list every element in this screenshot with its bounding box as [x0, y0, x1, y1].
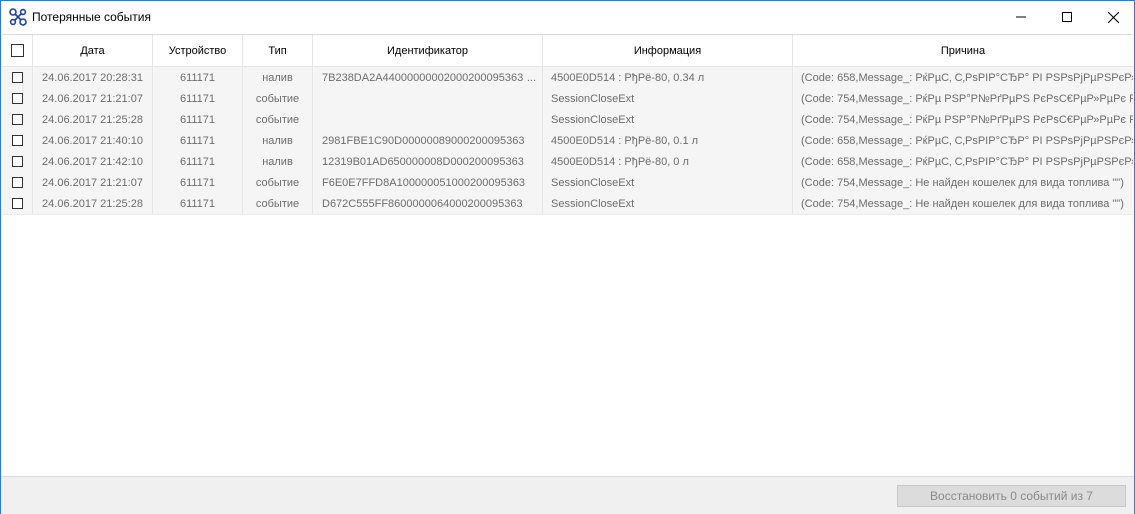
row-select-cell — [2, 151, 33, 172]
row-select-cell — [2, 172, 33, 193]
table-row[interactable]: 24.06.2017 21:25:28 611171 событие D672C… — [2, 193, 1133, 215]
type-cell: событие — [243, 88, 313, 109]
select-all-checkbox[interactable] — [10, 44, 24, 57]
reason-cell: (Code: 754,Message_: Не найден кошелек д… — [801, 176, 1124, 189]
close-icon — [1107, 11, 1119, 23]
restore-events-button[interactable]: Восстановить 0 событий из 7 — [897, 485, 1126, 507]
row-checkbox[interactable] — [11, 72, 23, 83]
identifier-cell: 12319B01AD650000008D000200095363 — [313, 151, 543, 172]
reason-cell: (Code: 754,Message_: Не найден кошелек д… — [801, 197, 1124, 210]
date-cell: 24.06.2017 21:21:07 — [33, 88, 153, 109]
reason-cell: (Code: 658,Message_: РќРµС‚ С‚РѕРІР°СЂР°… — [801, 134, 1133, 147]
info-cell: SessionCloseExt — [543, 193, 793, 214]
row-checkbox[interactable] — [11, 93, 23, 104]
row-select-cell — [2, 130, 33, 151]
table-row[interactable]: 24.06.2017 20:28:31 611171 налив 7B238DA… — [2, 67, 1133, 89]
type-cell: событие — [243, 109, 313, 130]
events-table[interactable]: Дата Устройство Тип Идентификатор Информ… — [2, 34, 1133, 476]
close-button[interactable] — [1090, 1, 1135, 33]
row-checkbox[interactable] — [11, 177, 23, 188]
table-row[interactable]: 24.06.2017 21:25:28 611171 событие Sessi… — [2, 109, 1133, 131]
identifier-cell: F6E0E7FFD8A100000051000200095363 — [313, 172, 543, 193]
identifier-text: 12319B01AD650000008D000200095363 — [322, 155, 524, 168]
network-nodes-icon — [9, 8, 27, 26]
identifier-cell: D672C555FF8600000064000200095363 — [313, 193, 543, 214]
column-header-identifier[interactable]: Идентификатор — [313, 35, 543, 66]
row-checkbox[interactable] — [11, 135, 23, 146]
device-cell: 611171 — [153, 172, 243, 193]
date-cell: 24.06.2017 21:21:07 — [33, 172, 153, 193]
column-header-info[interactable]: Информация — [543, 35, 793, 66]
row-checkbox[interactable] — [11, 198, 23, 209]
table-row[interactable]: 24.06.2017 21:21:07 611171 событие Sessi… — [2, 88, 1133, 110]
device-cell: 611171 — [153, 109, 243, 130]
type-cell: налив — [243, 130, 313, 151]
select-all-cell — [2, 35, 33, 66]
column-header-device[interactable]: Устройство — [153, 35, 243, 66]
table-header: Дата Устройство Тип Идентификатор Информ… — [2, 35, 1133, 67]
identifier-cell — [313, 109, 543, 130]
maximize-button[interactable] — [1044, 1, 1090, 33]
info-cell: 4500E0D514 : РђРё-80, 0 л — [543, 151, 793, 172]
identifier-text: F6E0E7FFD8A100000051000200095363 — [322, 176, 526, 189]
table-row[interactable]: 24.06.2017 21:40:10 611171 налив 2981FBE… — [2, 130, 1133, 152]
minimize-icon — [1016, 16, 1026, 18]
window-title: Потерянные события — [32, 10, 151, 24]
identifier-text: D672C555FF8600000064000200095363 — [322, 197, 523, 210]
lost-events-window: Потерянные события Дата Устройство Тип И… — [0, 0, 1135, 514]
row-checkbox[interactable] — [11, 114, 23, 125]
identifier-text: 7B238DA2A44000000002000200095363 — [322, 71, 524, 84]
table-row[interactable]: 24.06.2017 21:21:07 611171 событие F6E0E… — [2, 172, 1133, 194]
date-cell: 24.06.2017 21:42:10 — [33, 151, 153, 172]
device-cell: 611171 — [153, 193, 243, 214]
identifier-cell: 2981FBE1C90D00000089000200095363 — [313, 130, 543, 151]
row-select-cell — [2, 193, 33, 214]
type-cell: налив — [243, 151, 313, 172]
reason-cell: (Code: 658,Message_: РќРµС‚ С‚РѕРІР°СЂР°… — [801, 71, 1133, 84]
device-cell: 611171 — [153, 88, 243, 109]
footer-bar: Восстановить 0 событий из 7 — [1, 476, 1134, 514]
row-select-cell — [2, 109, 33, 130]
column-header-date[interactable]: Дата — [33, 35, 153, 66]
info-cell: 4500E0D514 : РђРё-80, 0.1 л — [543, 130, 793, 151]
info-cell: SessionCloseExt — [543, 172, 793, 193]
title-bar[interactable]: Потерянные события — [1, 1, 1134, 33]
type-cell: налив — [243, 67, 313, 88]
column-header-reason[interactable]: Причина — [793, 35, 1133, 66]
row-checkbox[interactable] — [11, 156, 23, 167]
row-select-cell — [2, 67, 33, 88]
table-row[interactable]: 24.06.2017 21:42:10 611171 налив 12319B0… — [2, 151, 1133, 173]
reason-cell: (Code: 754,Message_: РќРµ РЅР°Р№РґРµРЅ Р… — [801, 92, 1133, 105]
type-cell: событие — [243, 172, 313, 193]
info-cell: SessionCloseExt — [543, 109, 793, 130]
type-cell: событие — [243, 193, 313, 214]
reason-cell: (Code: 754,Message_: РќРµ РЅР°Р№РґРµРЅ Р… — [801, 113, 1133, 126]
device-cell: 611171 — [153, 130, 243, 151]
column-header-type[interactable]: Тип — [243, 35, 313, 66]
info-cell: 4500E0D514 : РђРё-80, 0.34 л — [543, 67, 793, 88]
row-select-cell — [2, 88, 33, 109]
identifier-text: 2981FBE1C90D00000089000200095363 — [322, 134, 525, 147]
identifier-ellipsis: ... — [526, 71, 536, 84]
minimize-button[interactable] — [998, 1, 1044, 33]
date-cell: 24.06.2017 21:40:10 — [33, 130, 153, 151]
device-cell: 611171 — [153, 151, 243, 172]
reason-cell: (Code: 658,Message_: РќРµС‚ С‚РѕРІР°СЂР°… — [801, 155, 1133, 168]
date-cell: 24.06.2017 20:28:31 — [33, 67, 153, 88]
identifier-cell — [313, 88, 543, 109]
date-cell: 24.06.2017 21:25:28 — [33, 193, 153, 214]
maximize-icon — [1062, 12, 1072, 22]
device-cell: 611171 — [153, 67, 243, 88]
info-cell: SessionCloseExt — [543, 88, 793, 109]
identifier-cell: 7B238DA2A44000000002000200095363... — [313, 67, 543, 88]
date-cell: 24.06.2017 21:25:28 — [33, 109, 153, 130]
